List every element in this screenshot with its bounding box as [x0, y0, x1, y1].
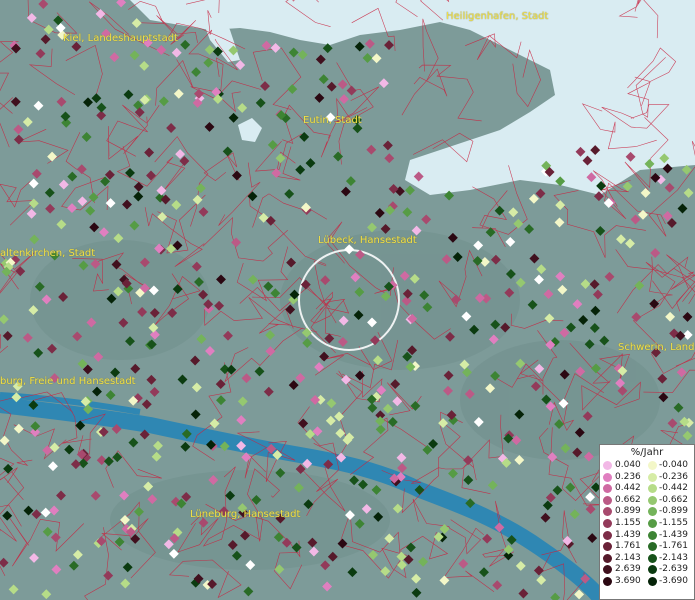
legend-positive-value: 0.899	[615, 506, 641, 517]
legend-row: 3.690 -3.690	[600, 576, 694, 588]
legend-positive-swatch	[603, 542, 612, 552]
legend-title: %/Jahr	[630, 447, 664, 458]
legend-negative-swatch	[648, 472, 657, 482]
legend-positive-swatch	[603, 495, 612, 505]
legend-positive-value: 1.761	[615, 541, 641, 552]
legend-positive-value: 1.155	[615, 517, 641, 528]
legend-positive-swatch	[603, 530, 612, 540]
legend-negative-swatch	[648, 484, 657, 494]
city-label-hamburg: burg, Freie und Hansestadt	[0, 376, 136, 387]
legend-rows: 0.040 -0.040 0.236 -0.236 0.442 -0.442 0.662 -0…	[600, 460, 694, 588]
legend-negative-value: -0.899	[659, 506, 689, 517]
legend-positive-swatch	[603, 565, 612, 575]
legend-positive-value: 3.690	[615, 575, 641, 586]
legend-row: 0.040 -0.040	[600, 460, 694, 472]
legend-positive-swatch	[603, 484, 612, 494]
legend-negative-swatch	[648, 495, 657, 505]
legend-row: 1.155 -1.155	[600, 518, 694, 530]
legend-negative-swatch	[648, 576, 657, 586]
legend-positive-value: 0.662	[615, 494, 641, 505]
legend-row: 0.442 -0.442	[600, 483, 694, 495]
legend: %/Jahr 0.040 -0.040 0.236 -0.236 0.442 -0.442…	[599, 444, 695, 600]
legend-positive-swatch	[603, 461, 612, 470]
city-label-kiel: Kiel, Landeshauptstadt	[63, 33, 178, 44]
legend-negative-swatch	[648, 518, 657, 528]
legend-positive-swatch	[603, 553, 612, 563]
legend-negative-swatch	[648, 461, 657, 470]
legend-negative-swatch	[648, 553, 657, 563]
legend-row: 2.143 -2.143	[600, 553, 694, 565]
legend-negative-value: -0.236	[659, 471, 689, 482]
city-label-heiligenhafen: Heiligenhafen, Stadt	[446, 11, 549, 22]
legend-positive-value: 1.439	[615, 529, 641, 540]
legend-positive-value: 0.442	[615, 483, 641, 494]
legend-negative-swatch	[648, 542, 657, 552]
legend-positive-value: 0.040	[615, 460, 641, 470]
legend-positive-value: 2.143	[615, 552, 641, 563]
legend-negative-value: -1.761	[659, 541, 689, 552]
legend-negative-value: -3.690	[659, 575, 689, 586]
legend-positive-value: 2.639	[615, 564, 641, 575]
legend-positive-swatch	[603, 507, 612, 517]
legend-row: 0.662 -0.662	[600, 495, 694, 507]
legend-negative-swatch	[648, 530, 657, 540]
legend-negative-value: -0.662	[659, 494, 689, 505]
city-label-altenkirchen: altenkirchen, Stadt	[0, 248, 96, 259]
legend-negative-value: -1.155	[659, 517, 689, 528]
legend-negative-value: -0.040	[659, 460, 689, 470]
legend-row: 1.761 -1.761	[600, 541, 694, 553]
legend-negative-value: -2.639	[659, 564, 689, 575]
legend-row: 0.899 -0.899	[600, 506, 694, 518]
city-label-schwerin: Schwerin, Lande	[618, 342, 695, 353]
legend-row: 2.639 -2.639	[600, 564, 694, 576]
city-label-lueneburg: Lüneburg, Hansestadt	[190, 509, 301, 520]
legend-negative-value: -0.442	[659, 483, 689, 494]
legend-negative-value: -2.143	[659, 552, 689, 563]
city-label-luebeck: Lübeck, Hansestadt	[318, 235, 417, 246]
map-canvas[interactable]	[0, 0, 695, 600]
legend-negative-swatch	[648, 507, 657, 517]
legend-positive-value: 0.236	[615, 471, 641, 482]
legend-row: 0.236 -0.236	[600, 472, 694, 484]
legend-positive-swatch	[603, 518, 612, 528]
legend-positive-swatch	[603, 472, 612, 482]
legend-positive-swatch	[603, 576, 612, 586]
legend-negative-swatch	[648, 565, 657, 575]
legend-negative-value: -1.439	[659, 529, 689, 540]
city-label-eutin: Eutin, Stadt	[303, 115, 362, 126]
legend-row: 1.439 -1.439	[600, 530, 694, 542]
